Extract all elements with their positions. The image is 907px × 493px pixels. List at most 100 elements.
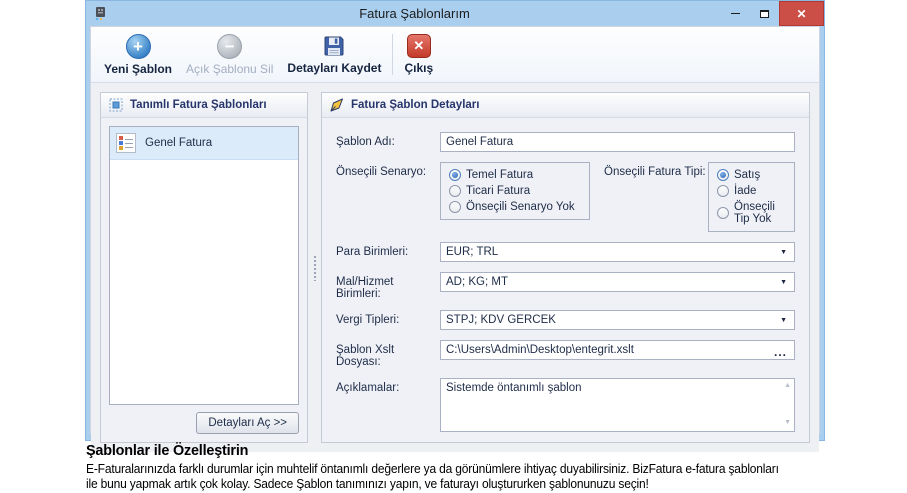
radio-satis[interactable]: Satış [717,169,786,181]
template-name-input[interactable] [440,132,795,152]
close-button[interactable]: ✕ [779,1,824,26]
edit-quill-icon [330,98,344,112]
main-area: Tanımlı Fatura Şablonları Genel Fatura [91,83,819,452]
radio-label: İade [734,185,756,197]
currencies-value: EUR; TRL [446,246,774,258]
preset-scenario-label: Önseçili Senaryo: [336,162,440,178]
template-item-label: Genel Fatura [145,137,212,149]
xslt-file-label: Şablon Xslt Dosyası: [336,340,440,368]
toolbar: + Yeni Şablon − Açık Şablonu Sil [91,27,819,83]
chevron-down-icon[interactable]: ▼ [780,316,787,324]
details-panel: Fatura Şablon Detayları Şablon Adı: [321,92,810,443]
scenario-type-row: Önseçili Senaryo: Temel Fatura [336,162,795,232]
tax-types-row: Vergi Tipleri: STPJ; KDV GERCEK ▼ [336,310,795,330]
new-template-label: Yeni Şablon [104,62,172,76]
template-name-row: Şablon Adı: [336,132,795,152]
app-icon [93,6,108,21]
minimize-button[interactable] [721,1,750,26]
chevron-down-icon[interactable]: ▼ [780,248,787,256]
units-combobox[interactable]: AD; KG; MT ▼ [440,272,795,292]
radio-label: Ticari Fatura [466,185,530,197]
radio-selected-icon [449,169,461,181]
caption-line-2: ile bunu yapmak artık çok kolay. Sadece … [86,476,845,491]
preset-scenario-group: Temel Fatura Ticari Fatura Önseçili Sena… [440,162,590,220]
fatura-sablonlarim-window: Fatura Şablonlarım ✕ + Yeni Şablon − Açı… [85,0,825,441]
templates-panel-header: Tanımlı Fatura Şablonları [101,93,307,118]
browse-file-button[interactable]: ... [774,343,787,358]
open-details-button[interactable]: Detayları Aç >> [196,412,299,434]
xslt-file-field[interactable]: C:\Users\Admin\Desktop\entegrit.xslt ... [440,340,795,360]
scroll-down-icon[interactable]: ▼ [784,419,791,426]
units-value: AD; KG; MT [446,276,774,288]
splitter-grip-icon [313,255,317,281]
exit-label: Çıkış [404,61,433,75]
window-controls: ✕ [721,1,824,26]
page: Fatura Şablonlarım ✕ + Yeni Şablon − Açı… [0,0,907,493]
delete-template-button[interactable]: − Açık Şablonu Sil [179,29,280,80]
titlebar[interactable]: Fatura Şablonlarım ✕ [86,1,824,26]
details-panel-title: Fatura Şablon Detayları [351,99,479,111]
radio-label: Satış [734,169,760,181]
caption-heading: Şablonlar ile Özelleştirin [86,442,874,459]
details-form: Şablon Adı: Önseçili Senaryo: [322,118,809,442]
template-list-item[interactable]: Genel Fatura [110,127,298,160]
plus-circle-icon: + [126,34,151,59]
window-title: Fatura Şablonlarım [108,6,721,21]
caption-line-1: E-Faturalarınızda farklı durumlar için m… [86,461,845,476]
description-label: Açıklamalar: [336,378,440,394]
template-name-label: Şablon Adı: [336,132,440,148]
floppy-disk-icon [322,34,346,58]
delete-template-label: Açık Şablonu Sil [186,62,273,76]
save-details-label: Detayları Kaydet [287,61,381,75]
preset-invoice-type-label: Önseçili Fatura Tipi: [590,162,708,178]
save-details-button[interactable]: Detayları Kaydet [280,29,388,80]
scroll-up-icon[interactable]: ▲ [784,382,791,389]
maximize-button[interactable] [750,1,779,26]
toolbar-separator [392,34,393,75]
new-template-button[interactable]: + Yeni Şablon [97,29,179,80]
radio-icon [717,185,729,197]
minus-circle-icon: − [217,34,242,59]
radio-ticari-fatura[interactable]: Ticari Fatura [449,185,581,197]
maximize-icon [760,10,769,18]
radio-onsecili-senaryo-yok[interactable]: Önseçili Senaryo Yok [449,201,581,213]
radio-icon [449,201,461,213]
exit-icon: ✕ [407,34,431,58]
tax-types-combobox[interactable]: STPJ; KDV GERCEK ▼ [440,310,795,330]
selection-box-icon [109,98,123,112]
description-textarea[interactable]: Sistemde öntanımlı şablon [440,378,795,432]
units-row: Mal/Hizmet Birimleri: AD; KG; MT ▼ [336,272,795,300]
close-icon: ✕ [796,7,806,21]
exit-button[interactable]: ✕ Çıkış [397,29,440,80]
radio-label: Önseçili Tip Yok [734,201,786,225]
panel-splitter[interactable] [308,92,321,443]
radio-temel-fatura[interactable]: Temel Fatura [449,169,581,181]
radio-label: Temel Fatura [466,169,533,181]
radio-onsecili-tip-yok[interactable]: Önseçili Tip Yok [717,201,786,225]
preset-invoice-type-group: Satış İade Önseçili Tip Yok [708,162,795,232]
template-icon [116,133,136,153]
xslt-file-row: Şablon Xslt Dosyası: C:\Users\Admin\Desk… [336,340,795,368]
templates-panel: Tanımlı Fatura Şablonları Genel Fatura [100,92,308,443]
units-label: Mal/Hizmet Birimleri: [336,272,440,300]
templates-panel-title: Tanımlı Fatura Şablonları [130,99,267,111]
radio-icon [449,185,461,197]
tax-types-value: STPJ; KDV GERCEK [446,314,774,326]
description-row: Açıklamalar: Sistemde öntanımlı şablon ▲… [336,378,795,432]
window-body: + Yeni Şablon − Açık Şablonu Sil [90,26,820,434]
template-list[interactable]: Genel Fatura [109,126,299,405]
templates-panel-body: Genel Fatura Detayları Aç >> [101,118,307,442]
caption: Şablonlar ile Özelleştirin E-Faturaların… [86,442,907,491]
radio-label: Önseçili Senaryo Yok [466,201,575,213]
details-panel-header: Fatura Şablon Detayları [322,93,809,118]
xslt-file-value: C:\Users\Admin\Desktop\entegrit.xslt [446,344,768,356]
currencies-combobox[interactable]: EUR; TRL ▼ [440,242,795,262]
chevron-down-icon[interactable]: ▼ [780,278,787,286]
radio-icon [717,207,729,219]
templates-panel-footer: Detayları Aç >> [109,405,299,434]
minimize-icon [731,13,740,14]
tax-types-label: Vergi Tipleri: [336,310,440,326]
currencies-row: Para Birimleri: EUR; TRL ▼ [336,242,795,262]
radio-iade[interactable]: İade [717,185,786,197]
radio-selected-icon [717,169,729,181]
